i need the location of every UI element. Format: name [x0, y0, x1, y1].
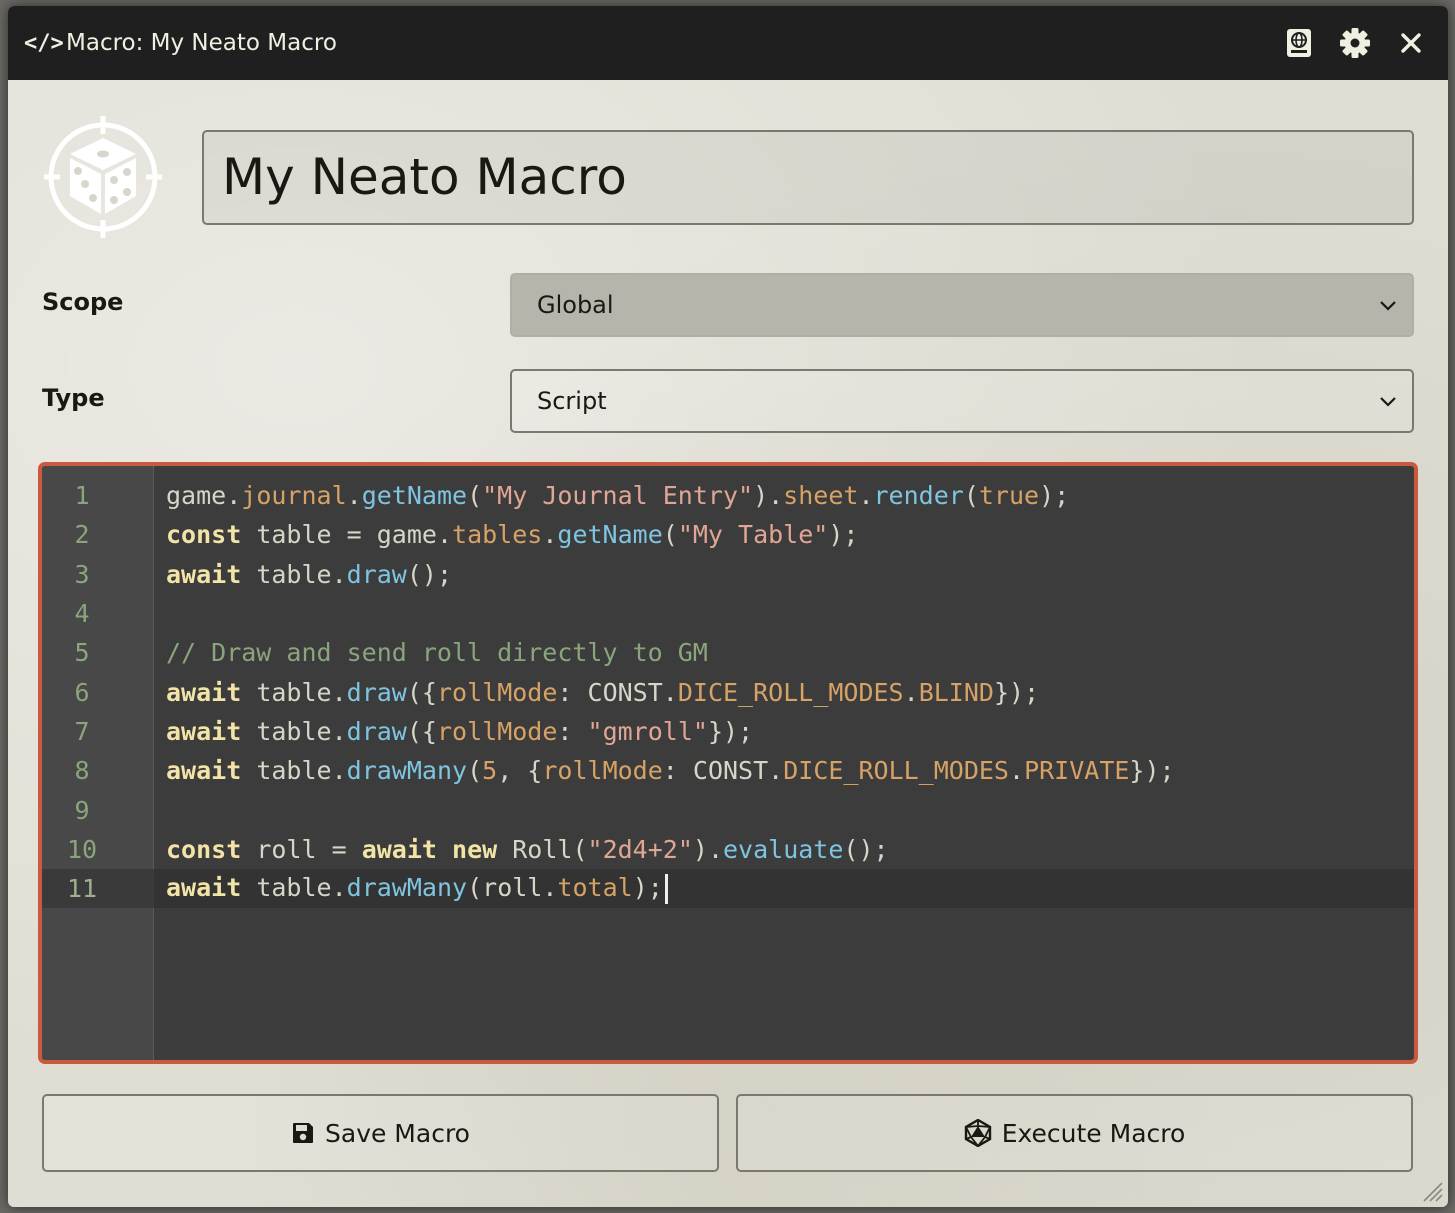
code-lines[interactable]: 1 game.journal.getName("My Journal Entry"…: [42, 476, 1414, 909]
close-icon[interactable]: [1394, 26, 1428, 60]
line-number: 11: [66, 874, 98, 904]
code-line-text[interactable]: await table.draw({rollMode: CONST.DICE_R…: [166, 678, 1039, 707]
execute-macro-label: Execute Macro: [1001, 1118, 1186, 1148]
resize-handle[interactable]: [1420, 1179, 1444, 1203]
code-line-text[interactable]: await table.drawMany(5, {rollMode: CONST…: [166, 756, 1175, 785]
code-line-text[interactable]: await table.drawMany(roll.total);: [166, 873, 668, 905]
code-line[interactable]: 9: [42, 790, 1414, 829]
window-titlebar[interactable]: </> Macro: My Neato Macro: [8, 6, 1448, 80]
type-select[interactable]: Script: [510, 369, 1414, 433]
scope-label: Scope: [42, 288, 124, 316]
execute-macro-button[interactable]: Execute Macro: [736, 1094, 1413, 1172]
line-number: 6: [74, 677, 90, 707]
code-line[interactable]: 3 await table.draw();: [42, 555, 1414, 594]
code-line-text[interactable]: await table.draw({rollMode: "gmroll"});: [166, 717, 753, 746]
d20-dice-icon: [964, 1119, 991, 1147]
line-number: 3: [74, 559, 90, 589]
code-line-text[interactable]: const table = game.tables.getName("My Ta…: [166, 520, 858, 549]
code-line-text[interactable]: // Draw and send roll directly to GM: [166, 638, 708, 667]
chevron-down-icon: [1380, 397, 1396, 407]
code-line[interactable]: 4: [42, 594, 1414, 633]
window-controls: [1282, 6, 1428, 80]
line-number: 7: [74, 716, 90, 746]
line-number: 2: [74, 520, 90, 550]
code-line[interactable]: 7 await table.draw({rollMode: "gmroll"});: [42, 712, 1414, 751]
code-line[interactable]: 5 // Draw and send roll directly to GM: [42, 633, 1414, 672]
save-macro-label: Save Macro: [325, 1118, 470, 1148]
macro-config-window: </> Macro: My Neato Macro My Neato Macro…: [8, 6, 1448, 1207]
chevron-down-icon: [1380, 301, 1396, 311]
line-number: 5: [74, 638, 90, 668]
line-number: 8: [74, 756, 90, 786]
line-number: 4: [74, 599, 90, 629]
journal-icon[interactable]: [1282, 26, 1316, 60]
code-line[interactable]: 11 await table.drawMany(roll.total);: [42, 868, 1414, 909]
dice-target-icon[interactable]: [44, 116, 162, 238]
code-line[interactable]: 10 const roll = await new Roll("2d4+2").e…: [42, 830, 1414, 869]
type-label: Type: [42, 384, 105, 412]
save-macro-button[interactable]: Save Macro: [42, 1094, 719, 1172]
window-title: Macro: My Neato Macro: [66, 30, 337, 56]
floppy-disk-icon: [293, 1123, 313, 1143]
scope-selected-value: Global: [537, 291, 614, 319]
text-cursor: [664, 874, 668, 905]
line-number: 1: [74, 481, 90, 511]
code-line-text[interactable]: await table.draw();: [166, 560, 452, 589]
type-selected-value: Script: [537, 387, 607, 415]
code-line[interactable]: 8 await table.drawMany(5, {rollMode: CONS…: [42, 751, 1414, 790]
code-editor[interactable]: 1 game.journal.getName("My Journal Entry"…: [38, 462, 1418, 1064]
code-line[interactable]: 2 const table = game.tables.getName("My T…: [42, 515, 1414, 554]
code-line[interactable]: 1 game.journal.getName("My Journal Entry"…: [42, 476, 1414, 515]
code-line[interactable]: 6 await table.draw({rollMode: CONST.DICE_…: [42, 672, 1414, 711]
line-number: 9: [74, 795, 90, 825]
code-icon: </>: [24, 30, 64, 56]
code-line-text[interactable]: game.journal.getName("My Journal Entry")…: [166, 481, 1069, 510]
code-line-text[interactable]: const roll = await new Roll("2d4+2").eva…: [166, 835, 889, 864]
line-number: 10: [66, 834, 98, 864]
macro-name-input[interactable]: My Neato Macro: [202, 130, 1414, 225]
gear-icon[interactable]: [1338, 26, 1372, 60]
scope-select[interactable]: Global: [510, 273, 1414, 337]
